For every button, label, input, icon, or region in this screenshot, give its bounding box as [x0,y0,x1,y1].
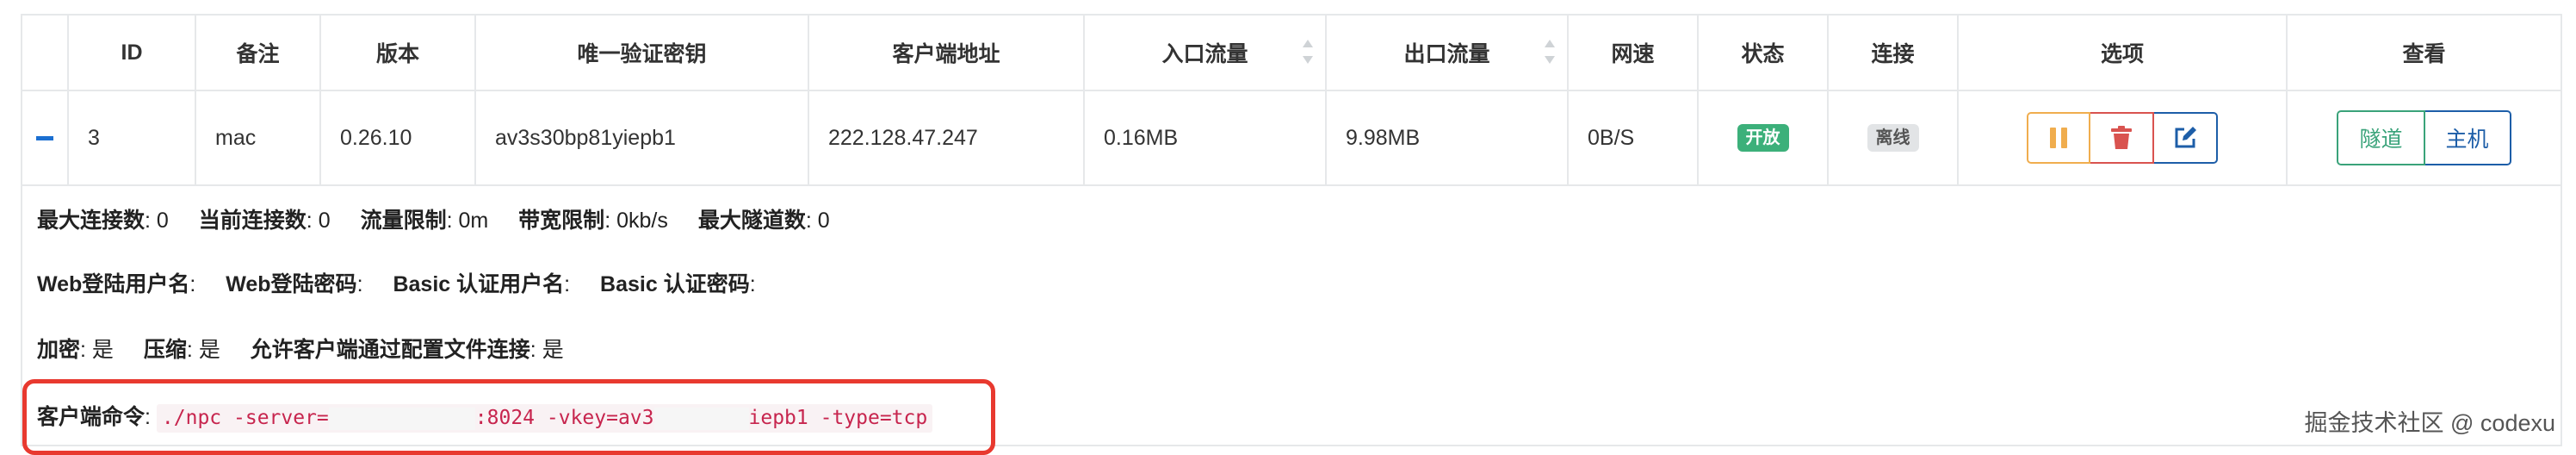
pause-button[interactable] [2027,112,2090,164]
detail-label: 流量限制 [360,209,447,233]
detail-label: 最大隧道数 [697,209,806,233]
header-expand [21,14,69,91]
detail-cell: 最大连接数: 0 当前连接数: 0 流量限制: 0m 带宽限制: 0kb/s 最… [21,185,2562,455]
header-export-flow[interactable]: 出口流量 [1325,14,1569,91]
cell-client-addr: 222.128.47.247 [808,90,1085,186]
detail-row: 最大连接数: 0 当前连接数: 0 流量限制: 0m 带宽限制: 0kb/s 最… [21,185,2562,455]
client-details: 最大连接数: 0 当前连接数: 0 流量限制: 0m 带宽限制: 0kb/s 最… [22,186,2561,455]
edit-button[interactable] [2154,112,2218,164]
cell-view: 隧道 主机 [2286,90,2562,186]
options-button-group [2027,112,2218,164]
cell-id: 3 [67,90,196,186]
detail-value: 是 [542,338,564,362]
detail-label: Web登陆密码 [226,272,357,296]
host-button[interactable]: 主机 [2424,110,2511,165]
command-line: 客户端命令: ./npc -server=:8024 -vkey=av3 iepb… [37,400,933,433]
cell-options [1957,90,2288,186]
detail-value: 是 [198,338,220,362]
cell-export-flow: 9.98MB [1325,90,1569,186]
sort-icon[interactable] [1303,40,1313,64]
trash-icon [2111,126,2132,149]
edit-icon [2175,127,2196,148]
command-code[interactable]: ./npc -server= :8024 -vkey=av3 iepb1 -type… [156,404,933,433]
header-export-flow-label: 出口流量 [1403,42,1490,66]
table-row: 3 mac 0.26.10 av3s30bp81yiepb1 222.128.4… [21,90,2562,186]
detail-label: Web登陆用户名 [37,272,190,296]
auth-line: Web登陆用户名: Web登陆密码: Basic 认证用户名: Basic 认证… [37,272,756,296]
detail-label: Basic 认证密码 [600,272,750,296]
detail-label: 加密 [37,338,81,362]
tunnel-button[interactable]: 隧道 [2337,110,2425,165]
detail-label: 带宽限制 [518,209,605,233]
header-status[interactable]: 状态 [1697,14,1829,91]
cell-remark: mac [195,90,321,186]
detail-label: Basic 认证用户名 [393,272,565,296]
header-options: 选项 [1957,14,2288,91]
limits-line: 最大连接数: 0 当前连接数: 0 流量限制: 0m 带宽限制: 0kb/s 最… [37,209,830,233]
minus-icon[interactable] [36,136,53,141]
cell-connect: 离线 [1827,90,1959,186]
header-inlet-flow-label: 入口流量 [1161,42,1248,66]
redacted-area [328,407,475,430]
header-speed[interactable]: 网速 [1567,14,1699,91]
detail-label: 允许客户端通过配置文件连接 [250,338,530,362]
detail-value: 0 [318,209,331,233]
command-part: :8024 -vkey=av3 [474,407,654,429]
settings-line: 加密: 是 压缩: 是 允许客户端通过配置文件连接: 是 [37,338,564,362]
header-connect[interactable]: 连接 [1827,14,1959,91]
detail-value: 是 [91,338,114,362]
sort-icon[interactable] [1545,40,1555,64]
detail-label: 当前连接数 [198,209,307,233]
header-vkey[interactable]: 唯一验证密钥 [474,14,809,91]
header-id[interactable]: ID [67,14,196,91]
detail-value: 0 [817,209,830,233]
cell-status: 开放 [1697,90,1829,186]
cell-inlet-flow: 0.16MB [1083,90,1327,186]
header-client-addr[interactable]: 客户端地址 [808,14,1085,91]
command-part: ./npc -server= [161,407,329,429]
table-header-row: ID 备注 版本 唯一验证密钥 客户端地址 入口流量 出口流量 网速 状态 连接… [21,14,2562,91]
command-part: iepb1 -type=tcp [748,407,928,429]
delete-button[interactable] [2090,112,2154,164]
status-badge: 开放 [1737,124,1789,152]
header-view: 查看 [2286,14,2562,91]
view-button-group: 隧道 主机 [2337,110,2511,165]
cell-speed: 0B/S [1567,90,1699,186]
client-table-container: ID 备注 版本 唯一验证密钥 客户端地址 入口流量 出口流量 网速 状态 连接… [21,14,2562,455]
redacted-area [653,407,749,430]
watermark: 掘金技术社区 @ codexu [2304,410,2555,436]
header-inlet-flow[interactable]: 入口流量 [1083,14,1327,91]
detail-value: 0 [156,209,169,233]
header-remark[interactable]: 备注 [195,14,321,91]
detail-label: 最大连接数 [37,209,146,233]
detail-value: 0kb/s [616,209,668,233]
cell-vkey: av3s30bp81yiepb1 [474,90,809,186]
connection-badge: 离线 [1867,124,1919,152]
header-version[interactable]: 版本 [319,14,476,91]
detail-label: 压缩 [143,338,187,362]
cell-version: 0.26.10 [319,90,476,186]
pause-icon [2050,128,2067,148]
expand-cell[interactable] [21,90,69,186]
client-table: ID 备注 版本 唯一验证密钥 客户端地址 入口流量 出口流量 网速 状态 连接… [21,14,2562,455]
detail-value: 0m [458,209,489,233]
command-label: 客户端命令 [37,405,146,429]
